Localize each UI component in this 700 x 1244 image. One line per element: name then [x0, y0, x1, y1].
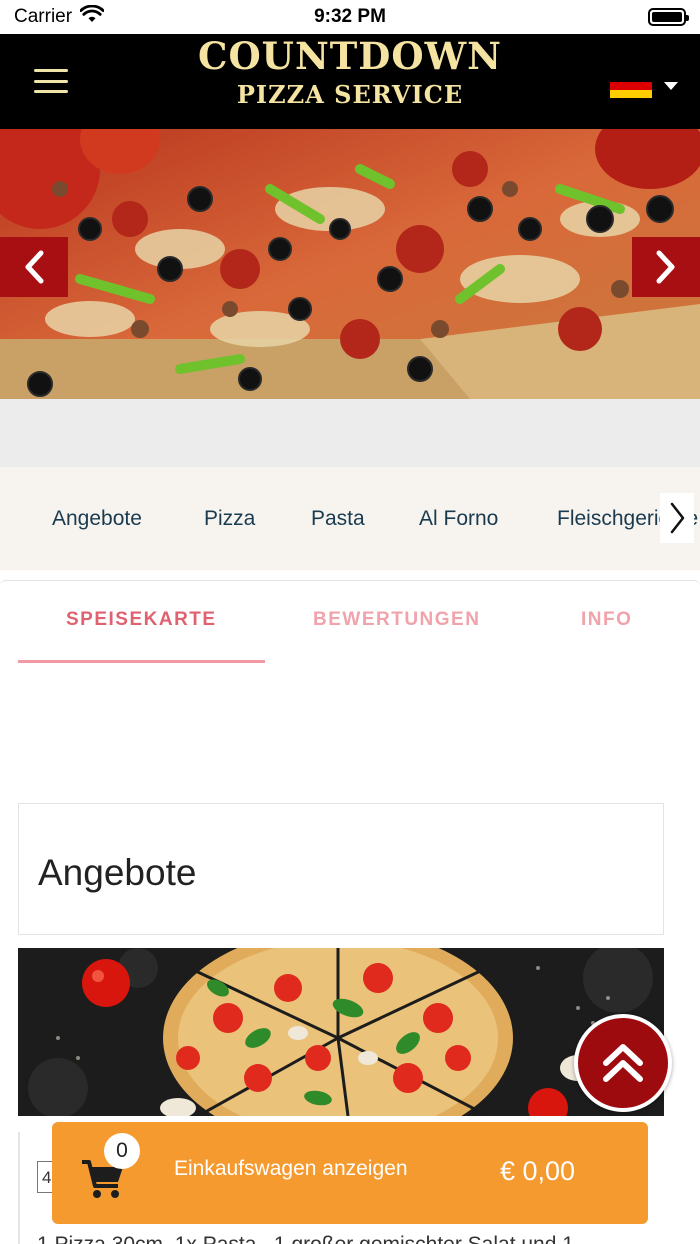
app-header: COUNTDOWN PIZZA SERVICE: [0, 34, 700, 129]
status-time: 9:32 PM: [314, 6, 386, 27]
category-scroll-right-button[interactable]: [660, 493, 694, 543]
item-card-border: [18, 1132, 20, 1244]
cart-label: Einkaufswagen anzeigen: [174, 1157, 408, 1180]
tab-info[interactable]: INFO: [581, 609, 632, 631]
category-pizza[interactable]: Pizza: [204, 507, 255, 531]
tab-bewertungen[interactable]: BEWERTUNGEN: [313, 609, 480, 631]
status-left: Carrier: [14, 4, 105, 29]
status-bar: Carrier 9:32 PM: [0, 0, 700, 34]
section-header: Angebote: [18, 803, 664, 935]
cart-total: € 0,00: [500, 1156, 576, 1186]
view-cart-button[interactable]: 0 Einkaufswagen anzeigen € 0,00: [52, 1122, 648, 1224]
category-bar: Angebote Pizza Pasta Al Forno Fleischger…: [0, 467, 700, 570]
category-angebote[interactable]: Angebote: [52, 507, 142, 531]
logo-subtitle: PIZZA SERVICE: [236, 80, 464, 109]
menu-icon[interactable]: [34, 69, 68, 93]
slider-prev-button[interactable]: [0, 237, 68, 297]
scroll-to-top-button[interactable]: [574, 1014, 672, 1112]
caret-down-icon: [664, 82, 678, 90]
section-title: Angebote: [38, 852, 197, 893]
category-al-forno[interactable]: Al Forno: [419, 507, 498, 531]
cart-count-badge: 0: [104, 1133, 140, 1169]
logo-title: COUNTDOWN: [198, 34, 502, 78]
wifi-icon: [79, 4, 105, 29]
active-tab-indicator: [18, 660, 265, 663]
chevron-right-icon: [670, 502, 685, 534]
brand-logo: COUNTDOWN PIZZA SERVICE: [180, 36, 520, 110]
chevron-right-icon: [656, 250, 675, 284]
item-description: 1 Pizza 30cm, 1x Pasta , 1 großer gemisc…: [37, 1233, 574, 1244]
carrier-label: Carrier: [14, 6, 73, 27]
battery-icon: [648, 8, 689, 26]
language-selector[interactable]: [610, 74, 678, 98]
spacer-band: [0, 399, 700, 467]
app-screen: Carrier 9:32 PM COUNTDOWN PIZZA SERVICE: [0, 0, 700, 1244]
pizza-top-view-image: [18, 948, 664, 1116]
slider-next-button[interactable]: [632, 237, 700, 297]
section-image: [18, 948, 664, 1116]
hero-pizza-image: [0, 129, 700, 399]
double-chevron-up-icon: [603, 1044, 643, 1082]
category-pasta[interactable]: Pasta: [311, 507, 365, 531]
tab-speisekarte[interactable]: SPEISEKARTE: [66, 609, 217, 631]
hero-slider: [0, 129, 700, 399]
germany-flag-icon: [610, 74, 652, 98]
chevron-left-icon: [25, 250, 44, 284]
